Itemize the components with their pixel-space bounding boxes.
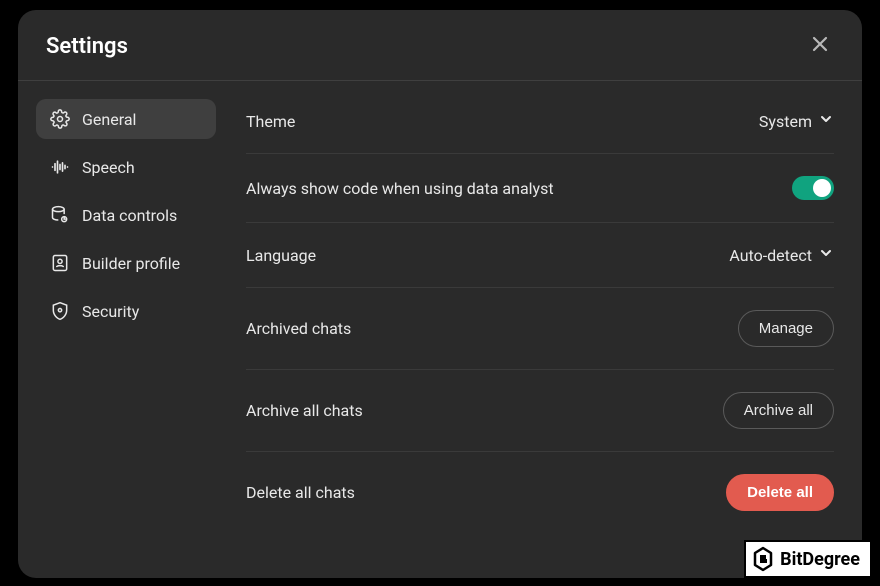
page-title: Settings — [46, 34, 128, 59]
setting-label: Delete all chats — [246, 483, 355, 502]
close-button[interactable] — [806, 32, 834, 60]
database-icon — [50, 205, 70, 225]
close-icon — [810, 34, 830, 58]
bitdegree-logo-icon — [752, 546, 774, 572]
chevron-down-icon — [818, 111, 834, 131]
dropdown-value: System — [759, 112, 812, 131]
setting-label: Always show code when using data analyst — [246, 179, 554, 198]
sidebar: General Speech Data controls Builder pro… — [18, 81, 228, 578]
waveform-icon — [50, 157, 70, 177]
setting-label: Archive all chats — [246, 401, 363, 420]
setting-label: Language — [246, 246, 316, 265]
settings-modal: Settings General Speech — [18, 10, 862, 578]
sidebar-item-speech[interactable]: Speech — [36, 147, 216, 187]
sidebar-item-label: Data controls — [82, 206, 177, 225]
profile-card-icon — [50, 253, 70, 273]
delete-all-button[interactable]: Delete all — [726, 474, 834, 511]
show-code-toggle[interactable] — [792, 176, 834, 200]
shield-icon — [50, 301, 70, 321]
setting-archive-all: Archive all chats Archive all — [246, 370, 834, 452]
setting-show-code: Always show code when using data analyst — [246, 154, 834, 223]
sidebar-item-data-controls[interactable]: Data controls — [36, 195, 216, 235]
sidebar-item-label: Builder profile — [82, 254, 180, 273]
setting-archived-chats: Archived chats Manage — [246, 288, 834, 370]
language-dropdown[interactable]: Auto-detect — [729, 245, 834, 265]
theme-dropdown[interactable]: System — [759, 111, 834, 131]
sidebar-item-security[interactable]: Security — [36, 291, 216, 331]
setting-language: Language Auto-detect — [246, 223, 834, 288]
setting-delete-all: Delete all chats Delete all — [246, 452, 834, 533]
settings-content: Theme System Always show code when using… — [228, 81, 862, 578]
modal-header: Settings — [18, 10, 862, 81]
gear-icon — [50, 109, 70, 129]
sidebar-item-label: General — [82, 110, 136, 129]
sidebar-item-general[interactable]: General — [36, 99, 216, 139]
chevron-down-icon — [818, 245, 834, 265]
sidebar-item-label: Security — [82, 302, 139, 321]
archive-all-button[interactable]: Archive all — [723, 392, 834, 429]
dropdown-value: Auto-detect — [729, 246, 812, 265]
sidebar-item-label: Speech — [82, 158, 135, 177]
watermark: BitDegree — [744, 540, 872, 578]
setting-label: Theme — [246, 112, 295, 131]
setting-theme: Theme System — [246, 89, 834, 154]
sidebar-item-builder-profile[interactable]: Builder profile — [36, 243, 216, 283]
watermark-text: BitDegree — [780, 549, 860, 570]
setting-label: Archived chats — [246, 319, 351, 338]
manage-button[interactable]: Manage — [738, 310, 834, 347]
modal-body: General Speech Data controls Builder pro… — [18, 81, 862, 578]
